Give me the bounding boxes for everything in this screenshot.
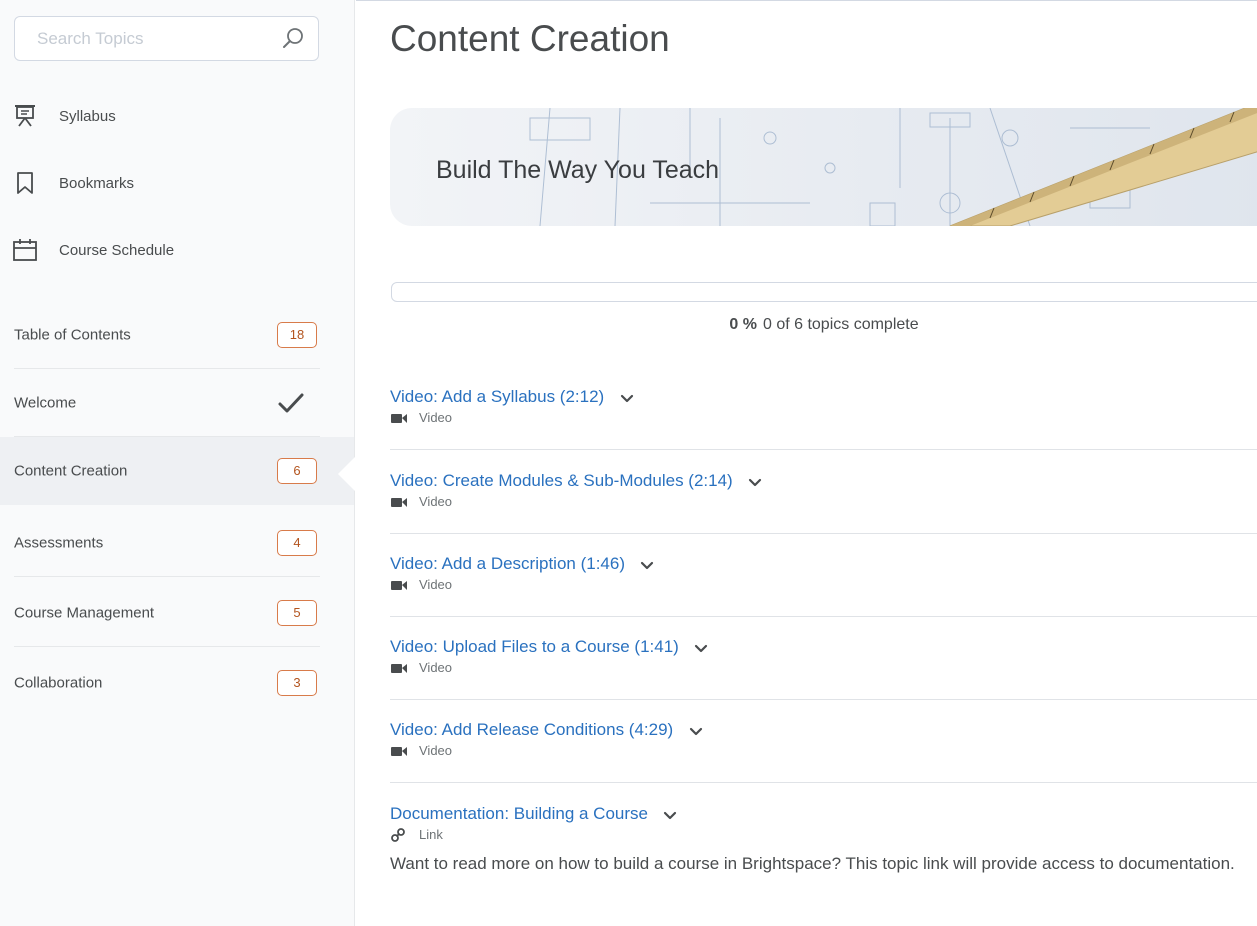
sidebar: Syllabus Bookmarks Course Schedule Table…	[0, 0, 355, 926]
app-root: Syllabus Bookmarks Course Schedule Table…	[0, 0, 1257, 926]
topic-description: Want to read more on how to build a cour…	[390, 854, 1235, 873]
topic-type: Video	[390, 494, 1257, 509]
topic-type: Video	[390, 660, 1257, 675]
active-item-pointer	[338, 456, 356, 492]
topic-item: Video: Add a Description (1:46) Video	[390, 554, 1257, 617]
topic-type: Link	[390, 827, 1257, 842]
checkmark-icon	[278, 393, 304, 413]
video-camera-icon	[391, 413, 407, 423]
presentation-board-icon	[15, 105, 35, 127]
topic-item: Video: Upload Files to a Course (1:41) V…	[390, 637, 1257, 700]
link-icon	[391, 827, 405, 842]
chevron-down-icon[interactable]	[662, 807, 678, 823]
topic-count-badge: 18	[277, 322, 317, 348]
topic-type-label: Video	[419, 577, 453, 592]
video-camera-icon	[391, 580, 407, 590]
topic-count-badge: 5	[277, 600, 317, 626]
tool-label: Bookmarks	[59, 174, 135, 192]
topic-count-badge: 6	[277, 458, 317, 484]
topic-link[interactable]: Documentation: Building a Course	[390, 804, 648, 824]
topic-type-label: Video	[419, 494, 453, 509]
progress-summary: 0 % 0 of 6 topics complete	[391, 316, 1257, 334]
topic-link[interactable]: Video: Add a Description (1:46)	[390, 554, 625, 574]
toc-label: Collaboration	[14, 674, 103, 692]
chevron-down-icon[interactable]	[639, 557, 655, 573]
toc-label: Welcome	[14, 394, 77, 412]
chevron-down-icon[interactable]	[693, 640, 709, 656]
topic-type-label: Video	[419, 660, 453, 675]
divider	[390, 533, 1257, 534]
topic-type-label: Video	[419, 743, 453, 758]
bookmark-icon	[17, 172, 33, 194]
banner-image: Build The Way You Teach	[390, 108, 1257, 226]
progress-percent: 0 %	[729, 316, 757, 333]
topic-type: Video	[390, 410, 1257, 425]
toc-item-welcome[interactable]: Welcome	[0, 369, 354, 437]
chevron-down-icon[interactable]	[619, 390, 635, 406]
topic-count-badge: 4	[277, 530, 317, 556]
tool-syllabus[interactable]: Syllabus	[12, 99, 116, 133]
topic-item: Documentation: Building a Course Link Wa…	[390, 804, 1257, 878]
toc-label: Assessments	[14, 534, 104, 552]
toc-item-assessments[interactable]: Assessments 4	[0, 509, 354, 577]
progress-count-text: 0 of 6 topics complete	[762, 316, 919, 333]
divider	[14, 576, 320, 577]
toc-item-collaboration[interactable]: Collaboration 3	[0, 649, 354, 717]
tool-label: Course Schedule	[59, 241, 175, 259]
progress-bar	[391, 282, 1257, 302]
search-icon[interactable]	[280, 26, 306, 52]
divider	[390, 616, 1257, 617]
video-camera-icon	[391, 497, 407, 507]
toc-item-content-creation[interactable]: Content Creation 6	[0, 437, 354, 505]
search-box	[14, 16, 319, 61]
topic-count-badge: 3	[277, 670, 317, 696]
video-camera-icon	[391, 663, 407, 673]
topic-link[interactable]: Video: Add a Syllabus (2:12)	[390, 387, 604, 407]
topic-link[interactable]: Video: Add Release Conditions (4:29)	[390, 720, 673, 740]
divider	[390, 782, 1257, 783]
topic-item: Video: Add a Syllabus (2:12) Video	[390, 387, 1257, 450]
topic-link[interactable]: Video: Create Modules & Sub-Modules (2:1…	[390, 471, 733, 491]
topic-item: Video: Create Modules & Sub-Modules (2:1…	[390, 471, 1257, 534]
divider	[390, 449, 1257, 450]
toc-item-table-of-contents[interactable]: Table of Contents 18	[0, 301, 354, 369]
chevron-down-icon[interactable]	[688, 723, 704, 739]
topic-item: Video: Add Release Conditions (4:29) Vid…	[390, 720, 1257, 783]
tool-bookmarks[interactable]: Bookmarks	[12, 166, 134, 200]
banner-text: Build The Way You Teach	[436, 156, 720, 184]
topic-link[interactable]: Video: Upload Files to a Course (1:41)	[390, 637, 679, 657]
search-input[interactable]	[15, 17, 265, 60]
topic-type: Video	[390, 577, 1257, 592]
toc-label: Table of Contents	[14, 326, 131, 344]
page-title: Content Creation	[390, 18, 670, 59]
topic-type-label: Video	[419, 410, 453, 425]
topic-type: Video	[390, 743, 1257, 758]
tool-label: Syllabus	[59, 107, 116, 125]
chevron-down-icon[interactable]	[747, 474, 763, 490]
toc-label: Course Management	[14, 604, 155, 622]
divider	[390, 699, 1257, 700]
topic-type-label: Link	[419, 827, 443, 842]
tool-course-schedule[interactable]: Course Schedule	[12, 233, 174, 267]
top-rule	[356, 0, 1257, 1]
toc-item-course-management[interactable]: Course Management 5	[0, 579, 354, 647]
calendar-icon	[13, 239, 37, 261]
video-camera-icon	[391, 746, 407, 756]
divider	[14, 646, 320, 647]
toc-label: Content Creation	[14, 462, 128, 480]
